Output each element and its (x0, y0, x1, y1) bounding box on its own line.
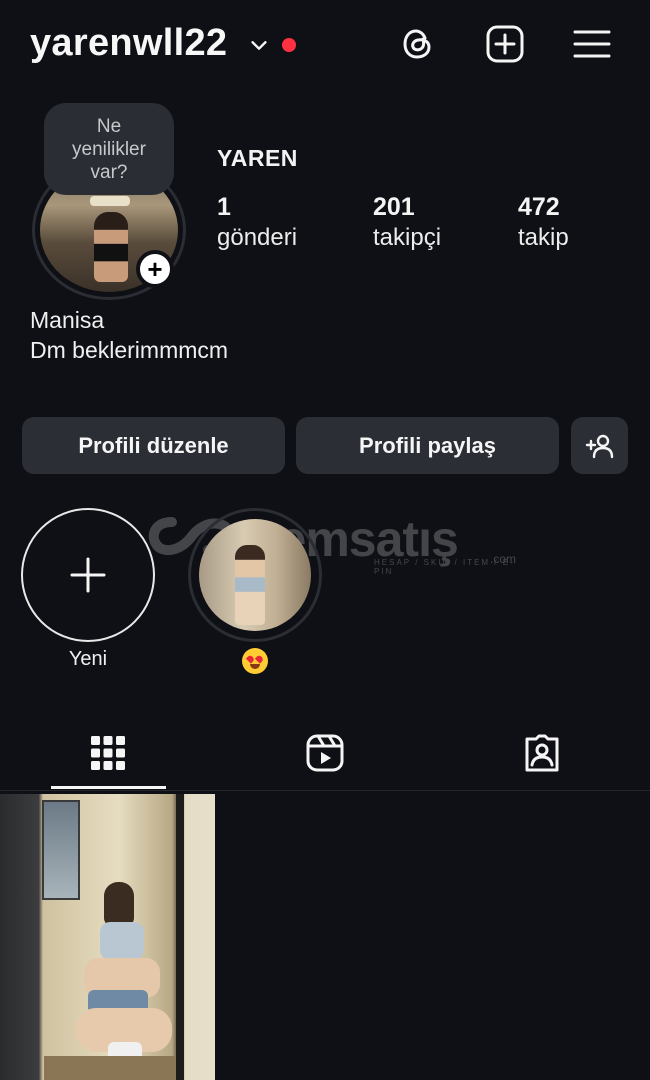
discover-people-button[interactable] (571, 417, 628, 474)
add-story-plus-icon[interactable]: + (136, 250, 174, 288)
menu-icon[interactable] (572, 24, 612, 64)
bio-line-location: Manisa (30, 307, 105, 333)
chevron-down-icon[interactable] (248, 34, 270, 56)
post-photo-detail (42, 800, 80, 900)
threads-icon[interactable] (398, 24, 438, 64)
reels-icon (306, 734, 344, 772)
post-photo-detail (44, 1056, 184, 1080)
post-thumbnail[interactable] (0, 794, 215, 1080)
followers-label: takipçi (373, 224, 442, 251)
watermark-suffix: .com (490, 552, 517, 566)
following-label: takip (518, 224, 569, 251)
plus-icon (70, 557, 106, 593)
post-photo-detail (104, 882, 134, 926)
active-tab-indicator (51, 786, 166, 789)
share-profile-button[interactable]: Profili paylaş (296, 417, 559, 474)
tab-grid[interactable] (25, 715, 191, 791)
profile-screen: yarenwll22 + Ne yenilikler var? YAREN 1 … (0, 0, 650, 1080)
add-person-icon (585, 434, 613, 458)
highlight-photo-figure (235, 545, 265, 625)
new-highlight-button[interactable] (21, 508, 155, 642)
divider (0, 790, 650, 791)
followers-stat[interactable]: 201 takipçi (373, 192, 441, 254)
bio: Manisa Dm beklerimmmcm (30, 305, 245, 365)
following-count: 472 (518, 193, 560, 221)
bio-line-text: Dm beklerimmmcm (30, 337, 229, 363)
tab-reels[interactable] (242, 715, 408, 791)
posts-stat[interactable]: 1 gönderi (217, 192, 297, 254)
tab-tagged[interactable] (459, 715, 625, 791)
notification-dot (282, 38, 296, 52)
new-highlight-label: Yeni (68, 648, 108, 670)
grid-icon (91, 736, 125, 770)
highlight-story[interactable] (199, 519, 311, 631)
note-text: Ne yenilikler var? (72, 115, 146, 183)
username-switcher[interactable]: yarenwll22 (30, 22, 227, 65)
posts-count: 1 (217, 193, 231, 221)
top-bar: yarenwll22 (0, 0, 650, 92)
avatar-photo-figure (94, 212, 128, 282)
avatar-photo-detail (90, 196, 130, 206)
heart-eyes-emoji-icon (242, 648, 268, 674)
followers-count: 201 (373, 193, 415, 221)
profile-full-name: YAREN (217, 145, 298, 171)
post-photo-detail (100, 922, 144, 960)
following-stat[interactable]: 472 takip (518, 192, 569, 254)
posts-label: gönderi (217, 224, 298, 251)
post-photo-detail (176, 794, 184, 1080)
create-post-icon[interactable] (485, 24, 525, 64)
note-bubble[interactable]: Ne yenilikler var? (44, 103, 174, 195)
edit-profile-button[interactable]: Profili düzenle (22, 417, 285, 474)
tagged-icon (525, 734, 559, 772)
